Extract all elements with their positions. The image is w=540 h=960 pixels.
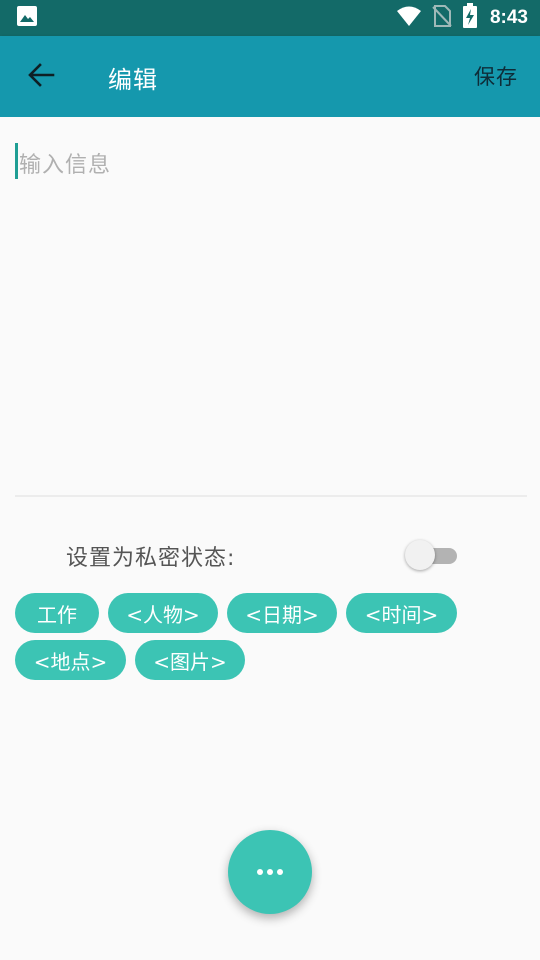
divider: [15, 495, 527, 497]
info-placeholder: 输入信息: [19, 153, 112, 178]
status-bar: 8:43: [0, 0, 540, 36]
no-sim-icon: [432, 4, 452, 32]
wifi-icon: [396, 5, 422, 31]
battery-charging-icon: [462, 3, 478, 33]
tag-time[interactable]: <时间>: [346, 593, 457, 633]
tag-date[interactable]: <日期>: [227, 593, 337, 633]
tag-location[interactable]: <地点>: [15, 640, 126, 680]
private-mode-toggle[interactable]: [405, 538, 459, 572]
dot: [267, 869, 273, 875]
image-icon: [16, 5, 38, 31]
info-input[interactable]: 输入信息: [15, 143, 525, 493]
tag-work[interactable]: 工作: [15, 593, 99, 633]
status-right: 8:43: [396, 3, 528, 33]
tag-person[interactable]: <人物>: [108, 593, 218, 633]
arrow-back-icon: [27, 61, 55, 93]
more-horizontal-icon: [257, 869, 283, 875]
back-button[interactable]: [18, 56, 64, 98]
toggle-thumb: [405, 540, 435, 570]
more-fab-button[interactable]: [228, 830, 312, 914]
tag-image[interactable]: <图片>: [135, 640, 245, 680]
app-bar: 编辑 保存: [0, 36, 540, 117]
dot: [277, 869, 283, 875]
status-left: [16, 5, 38, 31]
status-time: 8:43: [489, 7, 528, 28]
save-button[interactable]: 保存: [474, 61, 518, 91]
private-mode-label: 设置为私密状态:: [66, 546, 236, 571]
text-cursor: [15, 143, 18, 179]
page-title: 编辑: [108, 66, 158, 94]
dot: [257, 869, 263, 875]
